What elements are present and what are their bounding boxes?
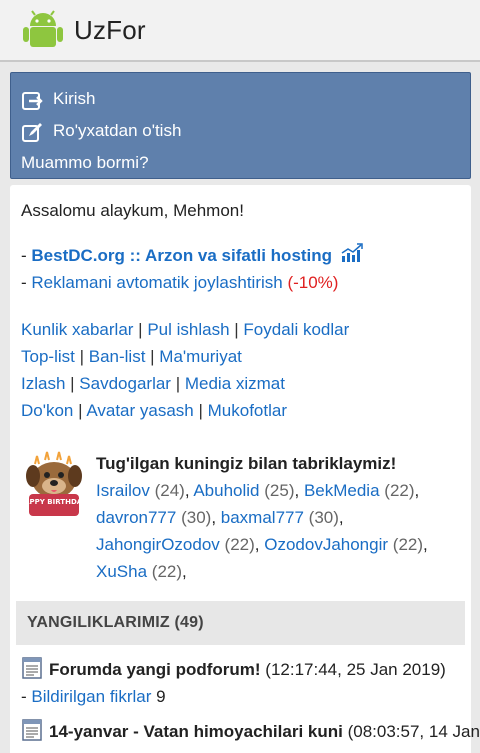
register-icon xyxy=(22,123,42,142)
ad-link-hosting[interactable]: BestDC.org :: Arzon va sifatli hosting xyxy=(31,246,332,265)
login-box: Kirish Ro'yxatdan o'tish Muammo bormi? xyxy=(10,72,471,179)
birthday-body: Tug'ilgan kuningiz bilan tabriklaymiz! I… xyxy=(96,450,428,585)
birthday-age: (30) xyxy=(181,508,212,527)
news-comments-link[interactable]: Bildirilgan fikrlar xyxy=(31,687,151,706)
login-label[interactable]: Kirish xyxy=(53,89,96,109)
news-sub-prefix: - xyxy=(21,687,32,706)
greeting: Assalomu alaykum, Mehmon! xyxy=(21,201,244,220)
link-earn-money[interactable]: Pul ishlash xyxy=(147,320,229,339)
birthday-block: HAPPY BIRTHDAY! Tug'ilgan kuningiz bilan… xyxy=(21,450,460,585)
app-title: UzFor xyxy=(74,14,146,45)
news-item: 14-yanvar - Vatan himoyachilari kuni (08… xyxy=(21,718,480,745)
link-separator: | xyxy=(133,320,148,339)
links-row: Do'kon | Avatar yasash | Mukofotlar xyxy=(21,397,460,424)
news-section-title[interactable]: YANGILIKLARIMIZ (49) xyxy=(27,614,204,632)
news-list: Forumda yangi podforum! (12:17:44, 25 Ja… xyxy=(21,656,480,745)
link-useful-codes[interactable]: Foydali kodlar xyxy=(243,320,349,339)
login-icon xyxy=(22,92,43,110)
link-traders[interactable]: Savdogarlar xyxy=(79,374,171,393)
register-link[interactable]: Ro'yxatdan o'tish xyxy=(11,115,470,147)
link-separator: | xyxy=(73,401,87,420)
link-awards[interactable]: Mukofotlar xyxy=(208,401,287,420)
birthday-title: Tug'ilgan kuningiz bilan tabriklaymiz! xyxy=(96,454,397,473)
ad-line: - BestDC.org :: Arzon va sifatli hosting xyxy=(21,242,460,269)
link-avatar-maker[interactable]: Avatar yasash xyxy=(86,401,193,420)
birthday-user[interactable]: Abuholid xyxy=(193,481,259,500)
document-icon xyxy=(22,657,42,679)
news-title[interactable]: Forumda yangi podforum! xyxy=(49,660,261,679)
link-administration[interactable]: Ma'muriyat xyxy=(159,347,242,366)
news-item: Forumda yangi podforum! (12:17:44, 25 Ja… xyxy=(21,656,460,710)
birthday-age: (24) xyxy=(154,481,185,500)
cake-text: HAPPY BIRTHDAY! xyxy=(21,498,87,506)
birthday-user[interactable]: Israilov xyxy=(96,481,150,500)
link-top-list[interactable]: Top-list xyxy=(21,347,75,366)
news-time: (12:17:44, 25 Jan 2019) xyxy=(265,660,446,679)
links-row: Top-list | Ban-list | Ma'muriyat xyxy=(21,343,460,370)
android-icon xyxy=(23,10,63,47)
birthday-age: (30) xyxy=(308,508,339,527)
birthday-age: (22) xyxy=(392,535,424,554)
link-separator: | xyxy=(229,320,244,339)
link-separator: | xyxy=(65,374,80,393)
login-link[interactable]: Kirish xyxy=(11,83,470,115)
link-separator: | xyxy=(170,374,185,393)
birthday-age: (22) xyxy=(224,535,255,554)
birthday-user[interactable]: BekMedia xyxy=(304,481,380,500)
ad-line: - Reklamani avtomatik joylashtirish (-10… xyxy=(21,269,460,296)
birthday-user[interactable]: OzodovJahongir xyxy=(264,535,388,554)
news-comments-count: 9 xyxy=(156,687,166,706)
document-icon xyxy=(22,719,42,741)
birthday-dog-icon: HAPPY BIRTHDAY! xyxy=(21,451,87,516)
links-row: Kunlik xabarlar | Pul ishlash | Foydali … xyxy=(21,316,460,343)
news-section-header[interactable]: YANGILIKLARIMIZ (49) xyxy=(16,601,465,645)
register-label[interactable]: Ro'yxatdan o'tish xyxy=(53,121,181,141)
ad-discount: (-10%) xyxy=(287,273,339,292)
birthday-user[interactable]: JahongirOzodov xyxy=(96,535,220,554)
birthday-age: (25) xyxy=(264,481,295,500)
links-row: Izlash | Savdogarlar | Media xizmat xyxy=(21,370,460,397)
link-separator: | xyxy=(145,347,160,366)
birthday-age: (22) xyxy=(151,562,183,581)
chart-icon xyxy=(341,243,363,262)
app-bar: UzFor xyxy=(0,0,480,62)
link-daily-news[interactable]: Kunlik xabarlar xyxy=(21,320,133,339)
ad-prefix: - xyxy=(21,273,32,292)
news-title[interactable]: 14-yanvar - Vatan himoyachilari kuni xyxy=(49,722,343,741)
link-shop[interactable]: Do'kon xyxy=(21,401,73,420)
birthday-user[interactable]: baxmal777 xyxy=(221,508,304,527)
link-ban-list[interactable]: Ban-list xyxy=(89,347,146,366)
news-time: (08:03:57, 14 Jan xyxy=(347,722,480,741)
birthday-user[interactable]: davron777 xyxy=(96,508,176,527)
birthday-user[interactable]: XuSha xyxy=(96,562,147,581)
help-link[interactable]: Muammo bormi? xyxy=(11,147,470,179)
link-separator: | xyxy=(193,401,208,420)
main-card: Assalomu alaykum, Mehmon! - BestDC.org :… xyxy=(10,185,480,753)
link-separator: | xyxy=(74,347,89,366)
ads-block: - BestDC.org :: Arzon va sifatli hosting… xyxy=(21,242,460,296)
link-media-service[interactable]: Media xizmat xyxy=(185,374,285,393)
help-label[interactable]: Muammo bormi? xyxy=(21,153,149,173)
ad-prefix: - xyxy=(21,246,32,265)
nav-links: Kunlik xabarlar | Pul ishlash | Foydali … xyxy=(21,316,460,424)
birthday-age: (22) xyxy=(384,481,415,500)
link-search[interactable]: Izlash xyxy=(21,374,65,393)
birthday-users: Israilov (24), Abuholid (25), BekMedia (… xyxy=(96,481,428,581)
ad-link-auto-placement[interactable]: Reklamani avtomatik joylashtirish xyxy=(31,273,282,292)
